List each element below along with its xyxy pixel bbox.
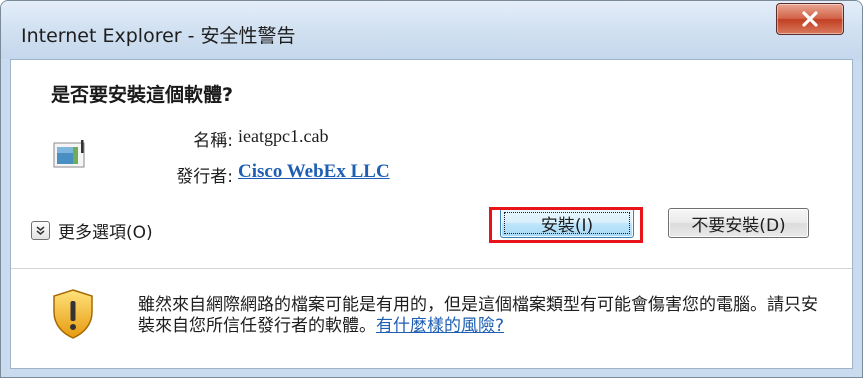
title-bar[interactable]: Internet Explorer - 安全性警告 bbox=[1, 1, 862, 59]
dont-install-button[interactable]: 不要安裝(D) bbox=[668, 208, 809, 238]
name-label: 名稱: bbox=[193, 131, 233, 151]
security-warning-dialog: Internet Explorer - 安全性警告 是否要安裝這個軟體? 名稱:… bbox=[0, 0, 863, 378]
more-options-toggle[interactable]: 更多選項(O) bbox=[31, 218, 153, 243]
install-question: 是否要安裝這個軟體? bbox=[51, 84, 234, 106]
install-button[interactable]: 安裝(I) bbox=[500, 208, 634, 238]
more-options-label: 更多選項(O) bbox=[58, 223, 153, 243]
divider bbox=[11, 268, 852, 269]
dialog-content: 是否要安裝這個軟體? 名稱: ieatgpc1.cab 發行者: Cisco W… bbox=[10, 59, 853, 369]
file-name: ieatgpc1.cab bbox=[238, 126, 329, 146]
chevron-down-icon[interactable] bbox=[31, 221, 50, 240]
publisher-label: 發行者: bbox=[176, 167, 233, 187]
focus-ring bbox=[504, 212, 630, 234]
shield-warning-icon bbox=[53, 289, 93, 339]
warning-message: 雖然來自網際網路的檔案可能是有用的，但是這個檔案類型有可能會傷害您的電腦。請只安… bbox=[138, 295, 828, 337]
dont-install-button-label: 不要安裝(D) bbox=[691, 215, 786, 236]
close-icon bbox=[802, 11, 818, 27]
risk-link[interactable]: 有什麼樣的風險? bbox=[376, 316, 504, 336]
close-button[interactable] bbox=[776, 3, 844, 35]
publisher-link[interactable]: Cisco WebEx LLC bbox=[238, 161, 390, 183]
cab-file-icon bbox=[53, 140, 85, 168]
window-title: Internet Explorer - 安全性警告 bbox=[21, 25, 296, 47]
